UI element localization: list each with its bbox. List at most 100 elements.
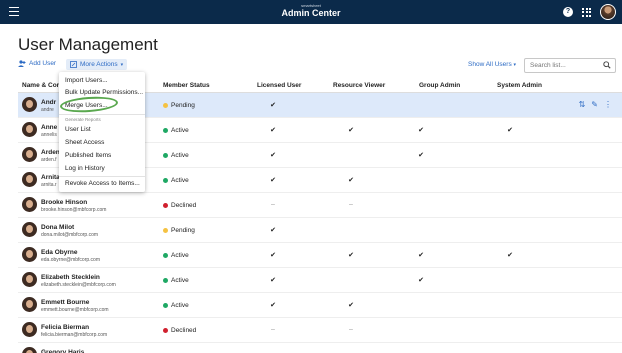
avatar (22, 297, 37, 312)
more-actions-button[interactable]: More Actions ▾ (66, 59, 128, 70)
brand: smartsheet Admin Center (0, 4, 622, 18)
table-row[interactable]: Felicia Bierman felicia.bierman@mbfcorp.c… (18, 318, 622, 343)
account-avatar[interactable] (600, 4, 616, 20)
status-dot (163, 203, 168, 208)
user-name[interactable]: Felicia Bierman (41, 324, 89, 331)
user-name[interactable]: Gregory Haris (41, 349, 84, 353)
user-email: elizabeth.stecklein@mbfcorp.com (41, 282, 116, 288)
licensed-cell: – (271, 326, 275, 333)
column-header-resource-viewer[interactable]: Resource Viewer (333, 82, 385, 89)
menu-item-user-list[interactable]: User List (65, 126, 91, 133)
table-row[interactable]: Eda Obyrne eda.obyrne@mbfcorp.com Active ✔ ✔… (18, 243, 622, 268)
avatar (22, 122, 37, 137)
licensed-cell: ✔ (270, 102, 276, 109)
status-dot (163, 178, 168, 183)
user-email: andre (41, 107, 54, 113)
avatar (22, 272, 37, 287)
table-row[interactable]: Gregory Haris (18, 343, 622, 353)
user-name[interactable]: Arden (41, 149, 60, 156)
status-label: Pending (171, 102, 195, 109)
column-header-group-admin[interactable]: Group Admin (419, 82, 460, 89)
edit-icon[interactable]: ✎ (591, 100, 598, 109)
status-badge: Active (163, 302, 189, 309)
menu-item-sheet-access[interactable]: Sheet Access (65, 139, 104, 146)
group-cell: ✔ (418, 152, 424, 159)
status-label: Active (171, 127, 189, 134)
add-user-icon (18, 60, 26, 67)
menu-item-revoke-access[interactable]: Revoke Access to Items... (65, 180, 140, 187)
merge-icon[interactable]: ⇅ (579, 100, 586, 109)
column-header-name[interactable]: Name & Con (22, 82, 61, 89)
viewer-cell: ✔ (348, 302, 354, 309)
table-row[interactable]: Emmett Bourne emmett.bourne@mbfcorp.com Ac… (18, 293, 622, 318)
status-label: Pending (171, 227, 195, 234)
status-badge: Active (163, 152, 189, 159)
search-icon[interactable] (603, 61, 611, 69)
user-email: arnita.r (41, 182, 57, 188)
avatar (22, 247, 37, 262)
status-badge: Declined (163, 202, 196, 209)
add-user-button[interactable]: Add User (18, 60, 56, 67)
avatar (22, 222, 37, 237)
status-label: Active (171, 252, 189, 259)
grid-icon[interactable] (582, 7, 591, 17)
more-icon[interactable]: ⋮ (604, 100, 612, 109)
user-name[interactable]: Emmett Bourne (41, 299, 89, 306)
menu-divider (59, 114, 145, 115)
user-email: eda.obyrne@mbfcorp.com (41, 257, 100, 263)
status-dot (163, 278, 168, 283)
column-header-licensed-user[interactable]: Licensed User (257, 82, 301, 89)
help-icon[interactable]: ? (563, 7, 573, 17)
user-name[interactable]: Anne (41, 124, 57, 131)
menu-item-published-items[interactable]: Published Items (65, 152, 111, 159)
menu-divider (59, 176, 145, 177)
search-input[interactable] (525, 59, 601, 72)
user-email: emmett.bourne@mbfcorp.com (41, 307, 109, 313)
status-label: Active (171, 152, 189, 159)
viewer-cell: – (349, 326, 353, 333)
top-bar: smartsheet Admin Center ? (0, 0, 622, 24)
show-all-users-label: Show All Users (468, 61, 512, 68)
avatar (22, 147, 37, 162)
status-dot (163, 228, 168, 233)
user-name[interactable]: Eda Obyrne (41, 249, 77, 256)
chevron-down-icon: ▾ (513, 62, 517, 68)
search-box (524, 58, 616, 73)
user-name[interactable]: Elizabeth Stecklein (41, 274, 100, 281)
system-cell: ✔ (507, 252, 513, 259)
table-row[interactable]: Dona Milot dona.milot@mbfcorp.com Pending ✔ (18, 218, 622, 243)
row-actions: ⇅ ✎ ⋮ (579, 100, 612, 109)
status-dot (163, 303, 168, 308)
status-label: Active (171, 277, 189, 284)
menu-subheading-generate-reports: Generate Reports (65, 117, 101, 122)
show-all-users-dropdown[interactable]: Show All Users ▾ (468, 61, 516, 68)
user-name[interactable]: Dona Milot (41, 224, 74, 231)
avatar (22, 172, 37, 187)
status-dot (163, 328, 168, 333)
user-name[interactable]: Arnita (41, 174, 60, 181)
group-cell: ✔ (418, 127, 424, 134)
user-email: arden.f (41, 157, 57, 163)
more-actions-label: More Actions (80, 61, 118, 68)
status-badge: Active (163, 277, 189, 284)
menu-item-bulk-update-permissions[interactable]: Bulk Update Permissions... (65, 89, 143, 96)
licensed-cell: ✔ (270, 177, 276, 184)
user-name[interactable]: Andr (41, 99, 56, 106)
chevron-down-icon: ▾ (120, 61, 124, 68)
user-name[interactable]: Brooke Hinson (41, 199, 87, 206)
avatar (22, 347, 37, 353)
viewer-cell: – (349, 201, 353, 208)
table-row[interactable]: Brooke Hinson brooke.hinson@mbfcorp.com De… (18, 193, 622, 218)
menu-item-log-in-history[interactable]: Log in History (65, 165, 105, 172)
column-header-system-admin[interactable]: System Admin (497, 82, 542, 89)
page-title: User Management (18, 35, 158, 54)
table-row[interactable]: Elizabeth Stecklein elizabeth.stecklein@m… (18, 268, 622, 293)
column-header-member-status[interactable]: Member Status (163, 82, 210, 89)
licensed-cell: ✔ (270, 277, 276, 284)
group-cell: ✔ (418, 252, 424, 259)
status-badge: Pending (163, 102, 195, 109)
user-email: annelis (41, 132, 57, 138)
menu-item-import-users[interactable]: Import Users... (65, 77, 108, 84)
status-badge: Declined (163, 327, 196, 334)
add-user-label: Add User (29, 60, 57, 67)
